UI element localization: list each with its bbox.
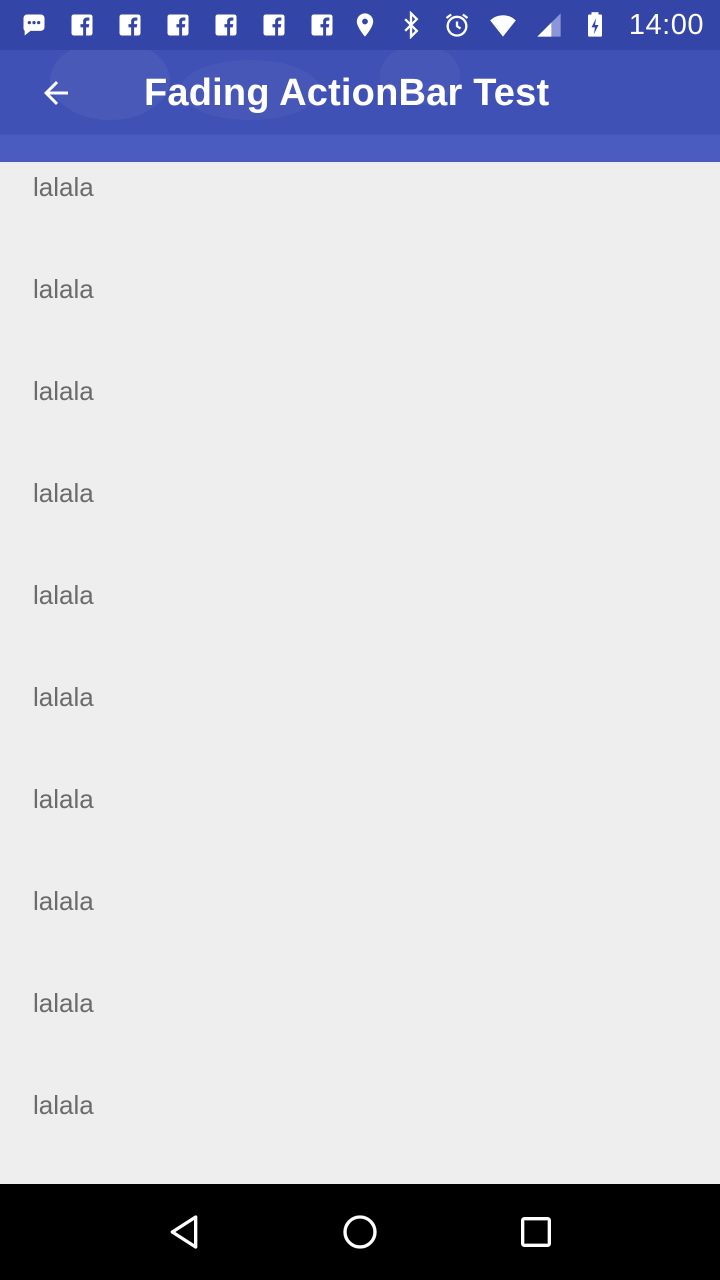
- back-button[interactable]: [20, 57, 92, 129]
- battery-charging-icon: [579, 9, 611, 41]
- arrow-back-icon: [44, 81, 68, 105]
- wifi-icon: [487, 9, 519, 41]
- facebook-icon: [210, 9, 242, 41]
- recents-square-icon: [521, 1217, 551, 1247]
- facebook-icon: [66, 9, 98, 41]
- list-item: lalala: [33, 172, 94, 202]
- signal-icon: [533, 9, 565, 41]
- page-title: Fading ActionBar Test: [144, 71, 550, 114]
- toolbar: Fading ActionBar Test: [0, 50, 720, 136]
- facebook-icon: [162, 9, 194, 41]
- back-triangle-icon: [170, 1215, 198, 1249]
- clock: 14:00: [628, 8, 704, 41]
- alarm-icon: [441, 9, 473, 41]
- nav-home-button[interactable]: [320, 1192, 400, 1272]
- content-list[interactable]: lalala lalala lalala lalala lalala lalal…: [0, 162, 720, 1184]
- list-item: lalala: [33, 274, 94, 304]
- system-icons: 14:00: [349, 9, 704, 42]
- app-bar: Fading ActionBar Test: [0, 50, 720, 162]
- list-item: lalala: [33, 1090, 94, 1120]
- list-item: lalala: [33, 478, 94, 508]
- facebook-icon: [114, 9, 146, 41]
- navigation-bar: [0, 1184, 720, 1280]
- list-item: lalala: [33, 886, 94, 916]
- facebook-icon: [258, 9, 290, 41]
- chat-icon: [18, 9, 50, 41]
- list-item: lalala: [33, 988, 94, 1018]
- list-item: lalala: [33, 682, 94, 712]
- list-item: lalala: [33, 580, 94, 610]
- nav-recents-button[interactable]: [496, 1192, 576, 1272]
- nav-back-button[interactable]: [144, 1192, 224, 1272]
- location-icon: [349, 9, 381, 41]
- bluetooth-icon: [395, 9, 427, 41]
- facebook-icon: [306, 9, 338, 41]
- status-bar: 14:00: [0, 0, 720, 50]
- list-item: lalala: [33, 784, 94, 814]
- list-item: lalala: [33, 376, 94, 406]
- notification-icons: [18, 9, 338, 41]
- home-circle-icon: [343, 1215, 377, 1249]
